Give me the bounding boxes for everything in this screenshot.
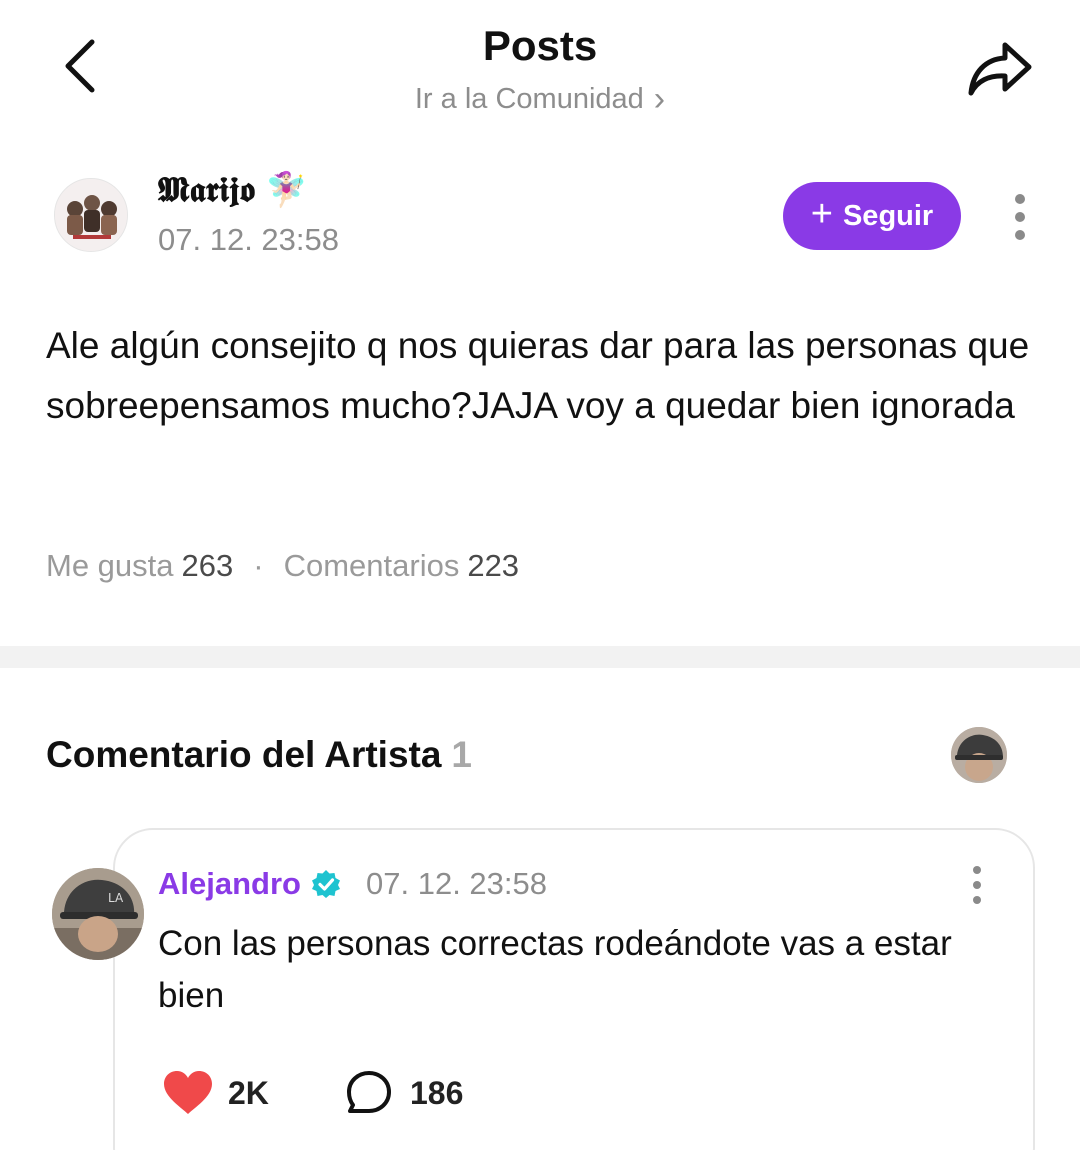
- stats-separator: ·: [253, 548, 264, 583]
- likes-label: Me gusta: [46, 548, 174, 583]
- comment-author[interactable]: Alejandro: [158, 866, 341, 902]
- comment-text: Con las personas correctas rodeándote va…: [158, 924, 952, 1015]
- follow-label: Seguir: [842, 199, 934, 232]
- follow-button[interactable]: + Seguir: [783, 182, 961, 250]
- comments-count[interactable]: 223: [467, 548, 519, 584]
- artist-comment-section-title: Comentario del Artista 1: [46, 734, 472, 776]
- post-author-avatar[interactable]: [54, 178, 128, 252]
- more-vertical-icon: [973, 866, 981, 874]
- go-to-community-label: Ir a la Comunidad: [414, 83, 644, 115]
- heart-icon: [164, 1071, 212, 1114]
- share-icon: [968, 42, 1032, 96]
- svg-text:LA: LA: [108, 891, 124, 905]
- artist-comment-count: 1: [451, 734, 472, 775]
- fairy-emoji-icon: 🧚🏻‍♀️: [264, 170, 308, 210]
- comment-bubble-icon: [347, 1071, 391, 1113]
- artist-comment-title-text: Comentario del Artista: [46, 734, 442, 775]
- section-divider: [0, 646, 1080, 668]
- comment-like-count: 2K: [228, 1074, 269, 1111]
- comment-like-button[interactable]: 2K: [162, 1070, 269, 1116]
- likes-count: 263: [181, 548, 234, 583]
- artist-avatar-small[interactable]: [951, 727, 1007, 783]
- comment-author-name: Alejandro: [158, 866, 301, 901]
- page-title: Posts: [482, 22, 598, 69]
- post-more-options-button[interactable]: [1000, 190, 1040, 244]
- chevron-right-icon: ›: [653, 80, 666, 118]
- comment-reply-count: 186: [410, 1074, 464, 1111]
- comment-reply-button[interactable]: 186: [346, 1070, 463, 1116]
- post-body-text: Ale algún consejito q nos quieras dar pa…: [46, 325, 1030, 426]
- more-vertical-icon: [1015, 194, 1025, 204]
- go-to-community-link[interactable]: Ir a la Comunidad ›: [0, 80, 1080, 119]
- post-timestamp: 07. 12. 23:58: [158, 222, 339, 257]
- verified-badge-icon: [311, 870, 340, 898]
- share-button[interactable]: [964, 36, 1036, 100]
- comments-label[interactable]: Comentarios: [284, 548, 460, 584]
- comment-author-avatar[interactable]: LA: [52, 868, 144, 960]
- post-author-name[interactable]: 𝕸𝖆𝖗𝖎𝖏𝖔 🧚🏻‍♀️: [158, 170, 307, 210]
- post-author-name-text: 𝕸𝖆𝖗𝖎𝖏𝖔: [158, 170, 255, 210]
- comment-timestamp: 07. 12. 23:58: [366, 866, 547, 901]
- plus-icon: +: [810, 193, 833, 235]
- post-stats: Me gusta 263 · Comentarios 223: [46, 548, 519, 584]
- comment-more-options-button[interactable]: [960, 866, 994, 904]
- top-bar: Posts Ir a la Comunidad ›: [0, 0, 1080, 130]
